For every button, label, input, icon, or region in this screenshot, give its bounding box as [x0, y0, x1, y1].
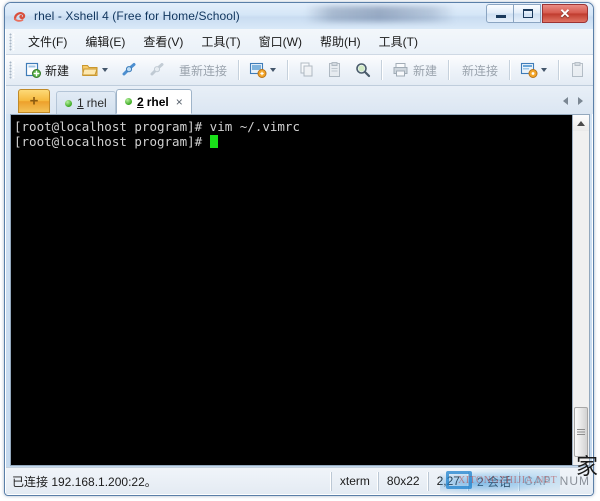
new-connection-button[interactable]: 新连接	[455, 57, 504, 83]
status-connection: 已连接 192.168.1.200:22。	[12, 474, 157, 489]
open-session-button[interactable]	[77, 57, 114, 83]
plug-connect-icon	[120, 61, 138, 79]
toolbar-separator-5	[509, 60, 512, 80]
terminal-line: [root@localhost program]#	[14, 134, 572, 149]
status-num-lock: NUM	[559, 474, 590, 488]
tab-number: 1	[77, 96, 84, 110]
clipboard-icon	[569, 61, 587, 79]
properties-gear-icon	[520, 61, 538, 79]
file-transfer-dropdown-arrow[interactable]	[270, 68, 277, 72]
scrollbar-grip-icon	[577, 429, 585, 435]
clipboard-paste2-button[interactable]	[565, 57, 591, 83]
chevron-right-icon	[578, 97, 583, 105]
menu-file[interactable]: 文件(F)	[19, 30, 76, 53]
toolbar-separator-1	[238, 60, 241, 80]
highlight-button[interactable]	[593, 57, 594, 83]
folder-open-icon	[81, 61, 99, 79]
copy-button[interactable]	[294, 57, 320, 83]
terminal-prompt: [root@localhost program]#	[14, 134, 210, 149]
terminal-scrollbar[interactable]	[572, 115, 589, 465]
plug-disconnect-icon	[148, 61, 166, 79]
close-icon: ✕	[559, 6, 571, 21]
toolbar-separator-4	[448, 60, 451, 80]
toolbar-separator-2	[287, 60, 290, 80]
tab-scroll-controls	[558, 91, 588, 111]
toolbar-grip-handle[interactable]	[9, 61, 15, 79]
menu-view[interactable]: 查看(V)	[134, 30, 192, 53]
menu-edit[interactable]: 编辑(E)	[76, 30, 134, 53]
title-bar: rhel - Xshell 4 (Free for Home/School) ✕	[5, 3, 593, 29]
menu-window[interactable]: 窗口(W)	[250, 30, 311, 53]
menu-tools[interactable]: 工具(T)	[192, 30, 249, 53]
scrollbar-thumb[interactable]	[574, 407, 588, 457]
status-screen-size: 80x22	[377, 471, 428, 491]
status-caps-lock: CAP	[518, 471, 556, 491]
tab-status-dot	[125, 98, 132, 105]
status-terminal-type: xterm	[330, 471, 378, 491]
tab-1-rhel[interactable]: 1 rhel	[56, 91, 116, 114]
find-button[interactable]	[350, 57, 376, 83]
title-watermark-blur	[305, 6, 455, 22]
scrollbar-up-button[interactable]	[573, 115, 589, 131]
new-file-icon	[24, 61, 42, 79]
minimize-icon	[496, 15, 506, 18]
tab-number: 2	[137, 94, 144, 109]
status-session-count: 2 会话	[467, 471, 519, 491]
toolbar-separator-6	[558, 60, 561, 80]
menu-help[interactable]: 帮助(H)	[311, 30, 370, 53]
caret-up-icon	[577, 120, 585, 126]
session-properties-dropdown-arrow[interactable]	[541, 68, 548, 72]
minimize-button[interactable]	[486, 4, 514, 23]
terminal-screen[interactable]: [root@localhost program]# vim ~/.vimrc […	[11, 115, 572, 465]
session-properties-button[interactable]	[516, 57, 553, 83]
terminal-panel: [root@localhost program]# vim ~/.vimrc […	[10, 114, 590, 466]
new-session-button[interactable]: 新建	[20, 57, 75, 83]
maximize-button[interactable]	[513, 4, 541, 23]
terminal-line: [root@localhost program]# vim ~/.vimrc	[14, 119, 300, 134]
paste-button[interactable]	[322, 57, 348, 83]
tab-scroll-left-button[interactable]	[558, 91, 573, 111]
tab-scroll-right-button[interactable]	[573, 91, 588, 111]
new-session-label: 新建	[45, 63, 70, 78]
plus-icon: +	[29, 92, 39, 110]
file-transfer-icon	[249, 61, 267, 79]
printer-icon	[392, 61, 410, 79]
status-cursor-position: 2,27	[427, 471, 468, 491]
maximize-icon	[523, 9, 533, 18]
search-icon	[354, 61, 372, 79]
tab-status-dot	[65, 99, 72, 107]
tab-title: rhel	[146, 94, 169, 109]
status-bar: 已连接 192.168.1.200:22。 xterm 80x22 2,27 2…	[6, 467, 593, 494]
xshell-window: rhel - Xshell 4 (Free for Home/School) ✕…	[4, 2, 594, 496]
paste-clipboard-icon	[326, 61, 344, 79]
tab-2-rhel[interactable]: 2 rhel ×	[116, 89, 192, 114]
file-transfer-button[interactable]	[245, 57, 282, 83]
close-button[interactable]: ✕	[542, 4, 588, 23]
tab-close-icon[interactable]: ×	[176, 96, 183, 108]
toolbar-separator-3	[381, 60, 384, 80]
tab-bar: + 1 rhel 2 rhel ×	[6, 86, 593, 114]
open-session-dropdown-arrow[interactable]	[102, 68, 109, 72]
toolbar: 新建 重新连接 新建 新连接	[6, 55, 594, 86]
reconnect-button[interactable]: 重新连接	[172, 57, 233, 83]
menu-tools-2[interactable]: 工具(T)	[370, 30, 427, 53]
menu-grip-handle[interactable]	[9, 32, 15, 51]
window-controls: ✕	[486, 4, 588, 23]
new-connection-label: 新连接	[462, 63, 499, 78]
terminal-cursor	[209, 135, 218, 148]
reconnect-label: 重新连接	[179, 63, 228, 78]
menu-bar: 文件(F) 编辑(E) 查看(V) 工具(T) 窗口(W) 帮助(H) 工具(T…	[6, 29, 593, 55]
print-label: 新建	[413, 63, 438, 78]
tab-title: rhel	[86, 96, 107, 110]
chevron-left-icon	[563, 97, 568, 105]
copy-icon	[298, 61, 316, 79]
disconnect-button[interactable]	[144, 57, 170, 83]
new-tab-button[interactable]: +	[18, 89, 50, 113]
xshell-icon	[12, 8, 28, 24]
window-title: rhel - Xshell 4 (Free for Home/School)	[34, 9, 240, 23]
connect-button[interactable]	[116, 57, 142, 83]
print-button[interactable]: 新建	[388, 57, 443, 83]
